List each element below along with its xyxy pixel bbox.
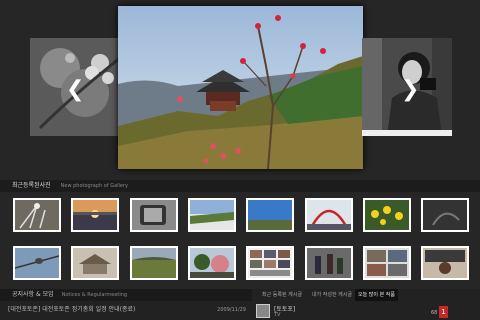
prev-slide-arrow-icon[interactable]: ❮ [66, 78, 84, 102]
gallery-thumb-collage-group[interactable] [363, 246, 411, 280]
pavilion-hill-blossoms-image [118, 6, 363, 169]
notices-subtitle: Notices & Regularmeeting [61, 292, 128, 298]
slide-current[interactable] [118, 6, 363, 169]
gallery-thumb-blue-sky-field[interactable] [246, 198, 294, 232]
view-count: 68 [431, 310, 438, 316]
gallery-thumb-field-landscape[interactable] [130, 246, 178, 280]
board-tabs: 최근 등록된 게시글 내가 작성한 게시글 오늘 많이 본 작품 [256, 289, 480, 301]
notice-item-title[interactable]: [대전포토존] 대전포토존 정기총회 일정 안내(종료) [8, 306, 135, 313]
gallery-section-header: 최근등록된사진 New photograph of Gallery [0, 180, 480, 192]
rank-badge: 1 [439, 306, 448, 318]
gallery-thumb-old-tv[interactable] [130, 198, 178, 232]
notices-header: 공지사항 & 모임 Notices & Regularmeeting [0, 289, 252, 301]
bottom-panel: 공지사항 & 모임 Notices & Regularmeeting [대전포토존… [0, 289, 480, 320]
tab-recent-posts[interactable]: 최근 등록된 게시글 [262, 289, 302, 301]
gallery-thumb-sunset-lake[interactable] [71, 198, 119, 232]
notices-title: 공지사항 & 모임 [12, 291, 54, 298]
post-item[interactable]: [토토포] TV [256, 303, 456, 320]
post-sub: TV [274, 312, 281, 318]
gallery-thumb-person-portrait[interactable] [421, 246, 469, 280]
gallery-thumb-yellow-flowers[interactable] [363, 198, 411, 232]
gallery-thumb-bird-branch[interactable] [13, 246, 61, 280]
gallery-thumb-red-arch-bridge[interactable] [305, 198, 353, 232]
photo-slider: ❮ ❯ [0, 0, 480, 178]
notice-item[interactable]: [대전포토존] 대전포토존 정기총회 일정 안내(종료) 2009/11/29 [8, 305, 246, 315]
gallery-title: 최근등록된사진 [12, 182, 51, 189]
tab-most-viewed[interactable]: 오늘 많이 본 작품 [355, 289, 398, 301]
gallery-thumb-old-house[interactable] [71, 246, 119, 280]
gallery-thumb-collage-people[interactable] [246, 246, 294, 280]
tab-my-posts[interactable]: 내가 작성한 게시글 [312, 289, 352, 301]
gallery-subtitle: New photograph of Gallery [60, 183, 128, 189]
gallery-thumb-dark-abstract[interactable] [421, 198, 469, 232]
gallery-thumb-snow-field[interactable] [188, 198, 236, 232]
gallery-thumb-pink-tree[interactable] [188, 246, 236, 280]
gallery-thumb-frost-plant[interactable] [13, 198, 61, 232]
next-slide-arrow-icon[interactable]: ❯ [401, 78, 419, 102]
post-thumbnail[interactable] [256, 304, 270, 318]
gallery-thumb-people-street[interactable] [305, 246, 353, 280]
notice-item-date: 2009/11/29 [217, 307, 246, 313]
